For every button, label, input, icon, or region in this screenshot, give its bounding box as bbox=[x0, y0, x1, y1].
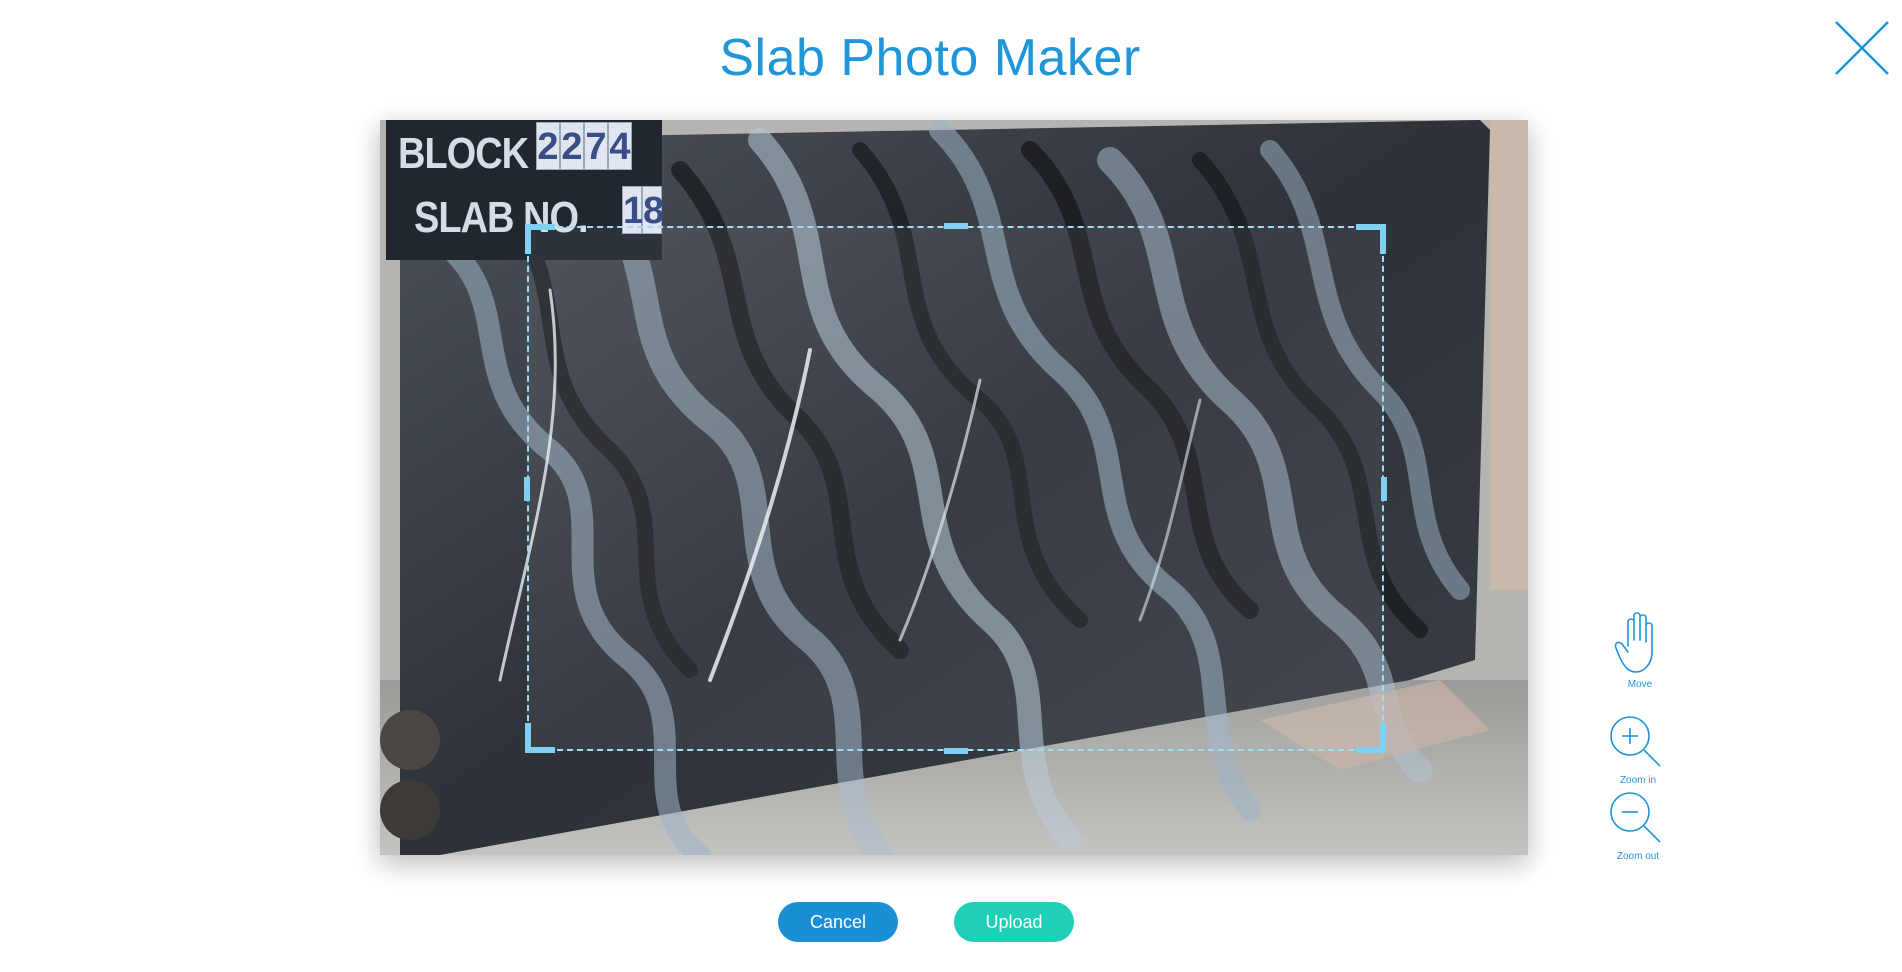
crop-handle-bottom-left[interactable] bbox=[525, 723, 555, 753]
page-title: Slab Photo Maker bbox=[719, 29, 1141, 87]
zoom-out-button[interactable]: Zoom out bbox=[1598, 790, 1678, 862]
slab-photo[interactable]: BLOCK NO. 2 2 7 4 SLAB NO. 1 8 bbox=[380, 120, 1528, 855]
block-digit: 2 bbox=[536, 122, 560, 170]
crop-handle-left[interactable] bbox=[524, 476, 530, 501]
zoom-out-label: Zoom out bbox=[1616, 851, 1660, 862]
cancel-button[interactable]: Cancel bbox=[778, 902, 898, 942]
zoom-out-icon bbox=[1610, 792, 1661, 843]
crop-handle-bottom[interactable] bbox=[943, 748, 968, 754]
close-icon[interactable] bbox=[1832, 18, 1892, 78]
move-label: Move bbox=[1627, 679, 1653, 690]
hand-icon bbox=[1614, 612, 1653, 673]
zoom-in-button[interactable]: Zoom in bbox=[1598, 714, 1678, 786]
slab-photo-maker-dialog: Slab Photo Maker BLOCK NO. 2 2 7 4 SLAB … bbox=[0, 0, 1902, 972]
crop-handle-bottom-right[interactable] bbox=[1356, 723, 1386, 753]
crop-handle-top[interactable] bbox=[943, 223, 968, 229]
crop-selection[interactable] bbox=[524, 223, 1387, 754]
upload-button[interactable]: Upload bbox=[954, 902, 1074, 942]
crop-handle-right[interactable] bbox=[1381, 476, 1387, 501]
close-button[interactable] bbox=[1832, 18, 1892, 78]
zoom-in-icon bbox=[1610, 716, 1661, 767]
zoom-in-label: Zoom in bbox=[1619, 775, 1657, 786]
crop-handle-top-right[interactable] bbox=[1356, 224, 1386, 254]
block-digit: 2 bbox=[560, 122, 584, 170]
crop-handle-top-left[interactable] bbox=[525, 224, 555, 254]
block-digit: 4 bbox=[608, 122, 632, 170]
move-tool-button[interactable]: Move bbox=[1600, 610, 1680, 690]
block-digit: 7 bbox=[584, 122, 608, 170]
